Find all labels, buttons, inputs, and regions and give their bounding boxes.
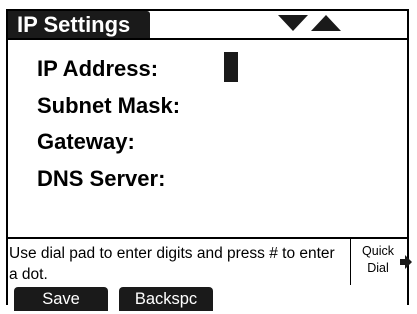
up-down-arrows-icon[interactable] [278,14,344,32]
up-arrow-icon [311,15,341,31]
quick-dial-button[interactable]: Quick Dial [358,243,398,277]
softkey-divider [350,239,351,285]
hint-area: Use dial pad to enter digits and press #… [8,237,412,285]
ip-address-label: IP Address: [37,56,159,81]
hint-text: Use dial pad to enter digits and press #… [9,245,335,283]
gateway-label: Gateway: [37,129,135,154]
arrow-right-icon[interactable] [400,255,412,269]
quick-dial-label-line2: Dial [367,261,389,275]
header-divider [8,38,407,40]
down-arrow-icon [278,15,308,31]
page-title: IP Settings [8,11,150,39]
quick-dial-label-line1: Quick [362,244,394,258]
subnet-mask-label: Subnet Mask: [37,93,181,118]
text-cursor [224,52,238,82]
dns-server-label: DNS Server: [37,166,166,191]
save-button[interactable]: Save [14,287,108,311]
backspace-button[interactable]: Backspc [119,287,213,311]
